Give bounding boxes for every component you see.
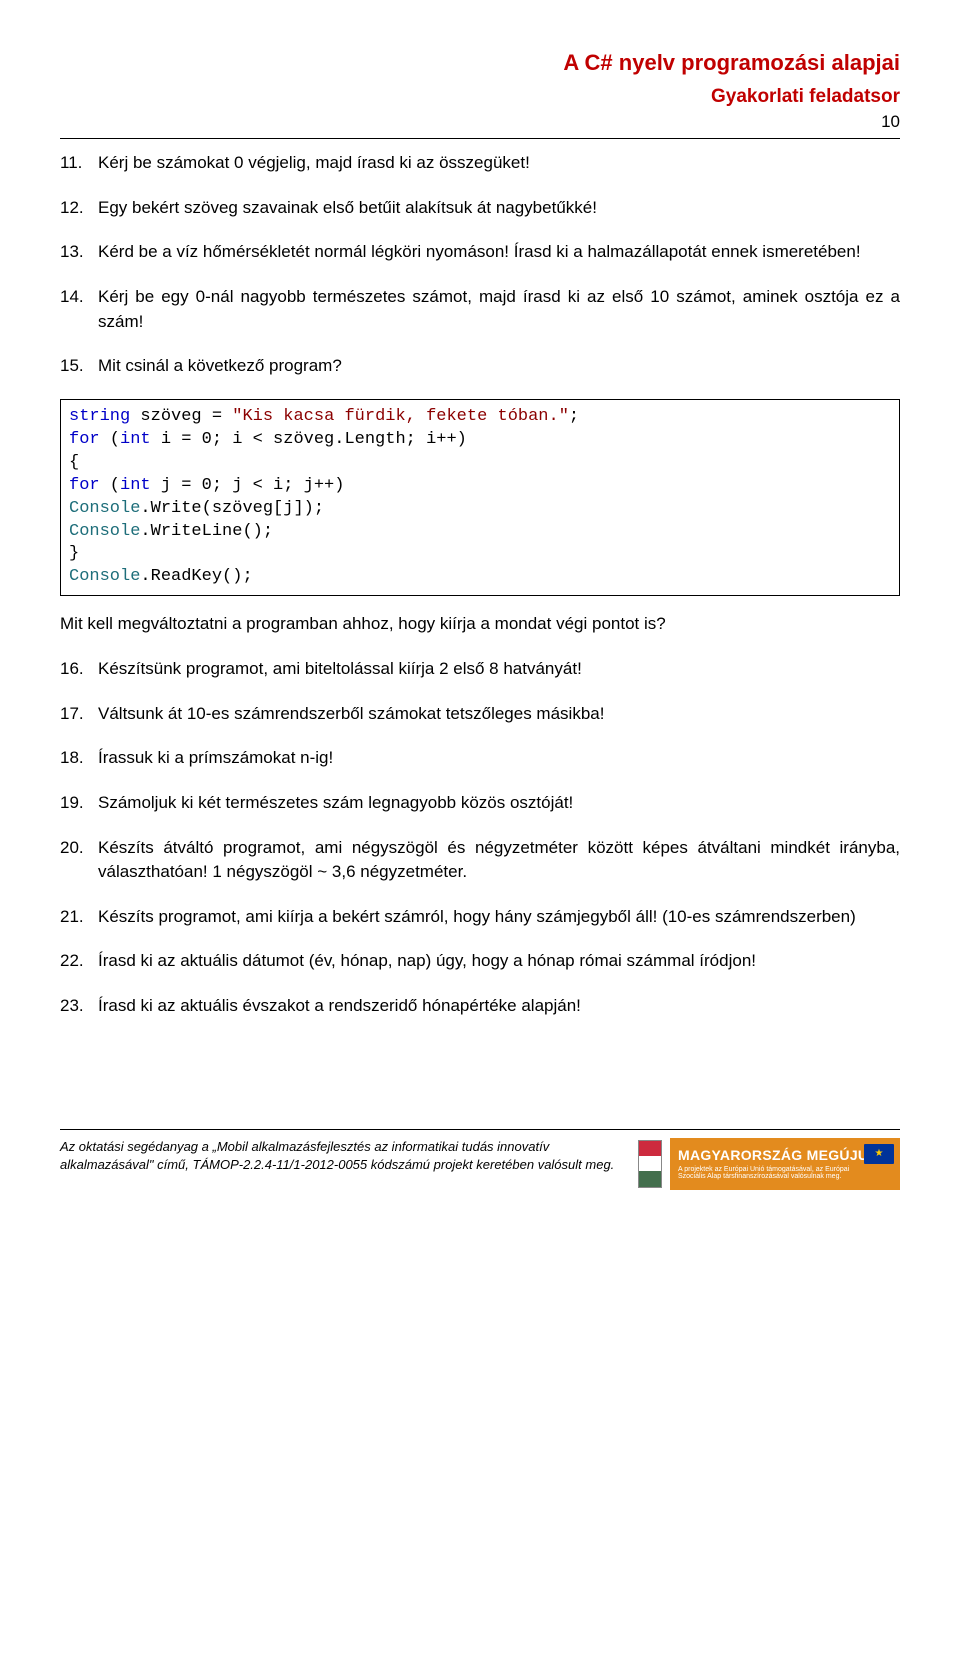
code-block: string szöveg = "Kis kacsa fürdik, feket…: [60, 399, 900, 597]
item-text: Írasd ki az aktuális dátumot (év, hónap,…: [98, 949, 900, 974]
item-text: Kérj be egy 0-nál nagyobb természetes sz…: [98, 285, 900, 334]
exercise-item: 12. Egy bekért szöveg szavainak első bet…: [60, 196, 900, 221]
code-class: Console: [69, 567, 140, 586]
badge-title: MAGYARORSZÁG MEGÚJUL: [678, 1147, 892, 1163]
item-text: Mit csinál a következő program?: [98, 354, 900, 379]
footer-badges: ★ MAGYARORSZÁG MEGÚJUL A projektek az Eu…: [638, 1138, 900, 1190]
item-text: Készíts átváltó programot, ami négyszögö…: [98, 836, 900, 885]
page-footer: Az oktatási segédanyag a „Mobil alkalmaz…: [60, 1129, 900, 1190]
item-subtext: Mit kell megváltoztatni a programban ahh…: [60, 612, 900, 637]
exercise-item: 17. Váltsunk át 10-es számrendszerből sz…: [60, 702, 900, 727]
document-page: A C# nyelv programozási alapjai Gyakorla…: [0, 0, 960, 1190]
exercise-item: 14. Kérj be egy 0-nál nagyobb természete…: [60, 285, 900, 334]
item-number: 14.: [60, 285, 98, 334]
exercise-item: 15. Mit csinál a következő program?: [60, 354, 900, 379]
code-keyword: string: [69, 407, 130, 426]
item-text: Egy bekért szöveg szavainak első betűit …: [98, 196, 900, 221]
item-number: 15.: [60, 354, 98, 379]
exercise-item: 20. Készíts átváltó programot, ami négys…: [60, 836, 900, 885]
header-rule: [60, 138, 900, 139]
item-number: 19.: [60, 791, 98, 816]
exercise-item: 22. Írasd ki az aktuális dátumot (év, hó…: [60, 949, 900, 974]
item-number: 13.: [60, 240, 98, 265]
exercise-item: 23. Írasd ki az aktuális évszakot a rend…: [60, 994, 900, 1019]
code-keyword: for: [69, 476, 100, 495]
code-keyword: int: [120, 430, 151, 449]
item-number: 17.: [60, 702, 98, 727]
item-number: 23.: [60, 994, 98, 1019]
item-text: Írassuk ki a prímszámokat n-ig!: [98, 746, 900, 771]
item-text: Készíts programot, ami kiírja a bekért s…: [98, 905, 900, 930]
item-text: Váltsunk át 10-es számrendszerből számok…: [98, 702, 900, 727]
code-keyword: for: [69, 430, 100, 449]
item-number: 18.: [60, 746, 98, 771]
page-header: A C# nyelv programozási alapjai Gyakorla…: [60, 50, 900, 132]
exercise-item: 16. Készítsünk programot, ami biteltolás…: [60, 657, 900, 682]
exercise-item: 13. Kérd be a víz hőmérsékletét normál l…: [60, 240, 900, 265]
sponsor-badge: ★ MAGYARORSZÁG MEGÚJUL A projektek az Eu…: [670, 1138, 900, 1190]
item-number: 22.: [60, 949, 98, 974]
exercise-item: 18. Írassuk ki a prímszámokat n-ig!: [60, 746, 900, 771]
item-number: 12.: [60, 196, 98, 221]
exercise-item: 11. Kérj be számokat 0 végjelig, majd ír…: [60, 151, 900, 176]
item-number: 11.: [60, 151, 98, 176]
item-number: 16.: [60, 657, 98, 682]
badge-subtitle: A projektek az Európai Unió támogatásáva…: [678, 1166, 858, 1181]
item-number: 21.: [60, 905, 98, 930]
item-text: Készítsünk programot, ami biteltolással …: [98, 657, 900, 682]
doc-subtitle: Gyakorlati feladatsor: [60, 86, 900, 108]
exercise-item: 21. Készíts programot, ami kiírja a beké…: [60, 905, 900, 930]
exercise-item: 19. Számoljuk ki két természetes szám le…: [60, 791, 900, 816]
item-text: Kérj be számokat 0 végjelig, majd írasd …: [98, 151, 900, 176]
hungary-flag-icon: [638, 1140, 662, 1188]
item-text: Számoljuk ki két természetes szám legnag…: [98, 791, 900, 816]
item-text: Írasd ki az aktuális évszakot a rendszer…: [98, 994, 900, 1019]
eu-flag-icon: ★: [864, 1144, 894, 1164]
code-string: "Kis kacsa fürdik, fekete tóban.": [232, 407, 569, 426]
item-number: 20.: [60, 836, 98, 885]
footer-text: Az oktatási segédanyag a „Mobil alkalmaz…: [60, 1138, 638, 1174]
doc-title: A C# nyelv programozási alapjai: [60, 50, 900, 76]
page-number: 10: [60, 112, 900, 132]
code-keyword: int: [120, 476, 151, 495]
code-class: Console: [69, 522, 140, 541]
code-class: Console: [69, 499, 140, 518]
item-text: Kérd be a víz hőmérsékletét normál légkö…: [98, 240, 900, 265]
